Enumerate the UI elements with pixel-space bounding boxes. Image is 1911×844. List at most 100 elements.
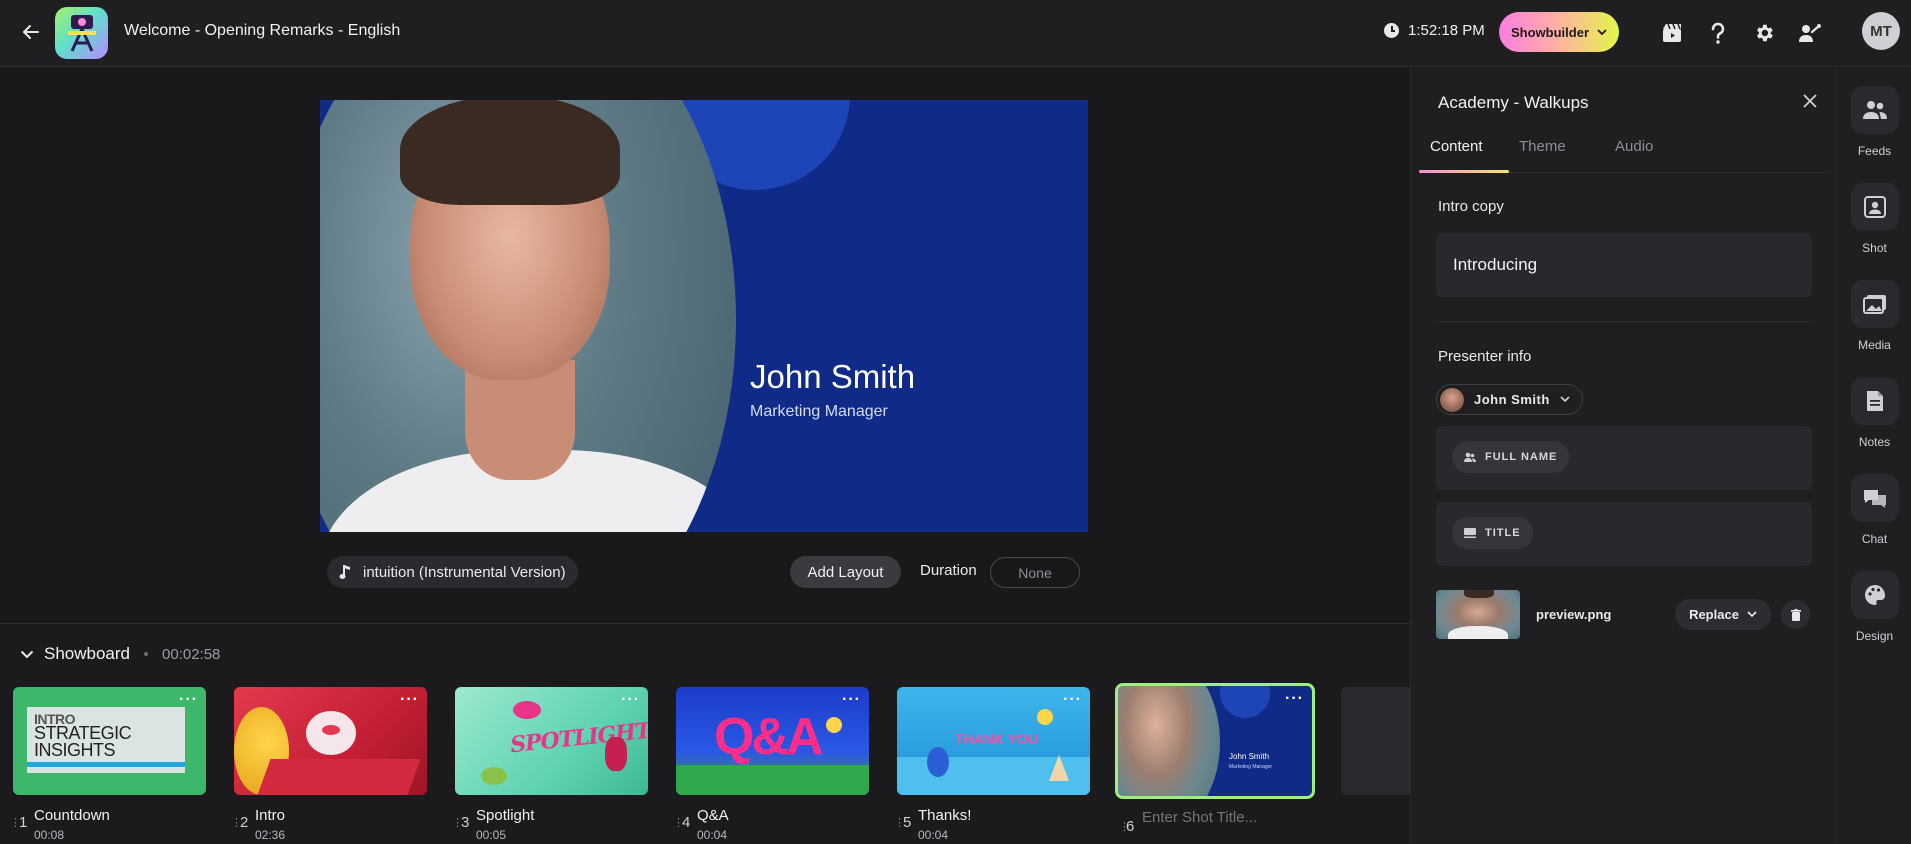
chat-bubbles-icon bbox=[1863, 490, 1886, 508]
stage: John Smith Marketing Manager intuition (… bbox=[0, 68, 1410, 623]
back-arrow-icon[interactable] bbox=[18, 19, 44, 45]
more-options-icon[interactable]: ··· bbox=[621, 691, 640, 709]
shot-preview: John Smith Marketing Manager bbox=[320, 100, 1088, 532]
shot-thumbnail[interactable]: THANK YOU ··· bbox=[897, 687, 1090, 795]
showbuilder-dropdown[interactable]: Showbuilder bbox=[1499, 12, 1619, 52]
intro-copy-field[interactable]: Introducing bbox=[1436, 233, 1812, 297]
rail-item-chat[interactable]: Chat bbox=[1837, 474, 1911, 546]
chevron-down-icon bbox=[1747, 611, 1757, 618]
thumb-text: John Smith bbox=[1229, 752, 1270, 761]
shot-thumbnail[interactable]: ··· bbox=[234, 687, 427, 795]
title-field[interactable]: TITLE bbox=[1436, 502, 1812, 566]
shot-number: 3 bbox=[461, 814, 470, 831]
rail-item-shot[interactable]: Shot bbox=[1837, 183, 1911, 255]
shot-name: Countdown bbox=[34, 807, 110, 824]
shot-thumbnail[interactable]: SPOTLIGHT ··· bbox=[455, 687, 648, 795]
presenter-photo bbox=[320, 100, 736, 532]
thumb-text: Q&A bbox=[714, 708, 824, 766]
title-chip-label: TITLE bbox=[1485, 527, 1521, 539]
music-track-pill[interactable]: intuition (Instrumental Version) bbox=[327, 556, 578, 588]
clapperboard-icon[interactable] bbox=[1657, 18, 1687, 48]
people-icon bbox=[1862, 101, 1887, 119]
shot-thumbnail[interactable]: John Smith Marketing Manager ··· bbox=[1115, 683, 1315, 799]
settings-gear-icon[interactable] bbox=[1749, 18, 1779, 48]
shot-title-input[interactable] bbox=[1142, 809, 1307, 826]
shot-number: 6 bbox=[1126, 818, 1135, 835]
shot-meta: ⋮ 6 bbox=[1115, 799, 1315, 843]
add-layout-button[interactable]: Add Layout bbox=[790, 556, 901, 588]
duration-field[interactable]: None bbox=[990, 557, 1080, 588]
shot-meta: ⋮ 2 Intro 02:36 bbox=[231, 795, 427, 842]
active-tab-indicator bbox=[1419, 170, 1509, 173]
trash-icon[interactable] bbox=[1781, 600, 1810, 629]
panel-tabs: Content Theme Audio bbox=[1419, 130, 1829, 173]
shot-card[interactable]: Q&A ··· ⋮ 4 Q&A 00:04 bbox=[673, 687, 869, 842]
rail-item-design[interactable]: Design bbox=[1837, 571, 1911, 643]
rail-item-feeds[interactable]: Feeds bbox=[1837, 86, 1911, 158]
shot-meta: ⋮ 1 Countdown 00:08 bbox=[10, 795, 206, 842]
shot-card[interactable]: SPOTLIGHT ··· ⋮ 3 Spotlight 00:05 bbox=[452, 687, 648, 842]
shot-duration: 00:05 bbox=[476, 828, 507, 842]
shot-card-active[interactable]: John Smith Marketing Manager ··· ⋮ 6 bbox=[1115, 683, 1315, 843]
thumb-shirt bbox=[1448, 626, 1508, 639]
more-options-icon[interactable]: ··· bbox=[842, 691, 861, 709]
presenter-select[interactable]: John Smith bbox=[1436, 384, 1583, 415]
title-card-icon bbox=[1464, 528, 1476, 538]
shot-name: Spotlight bbox=[476, 807, 535, 824]
shot-card[interactable]: THANK YOU ··· ⋮ 5 Thanks! 00:04 bbox=[894, 687, 1090, 842]
thumb-shape bbox=[1220, 686, 1270, 718]
thumb-hair bbox=[1464, 590, 1494, 598]
more-options-icon[interactable]: ··· bbox=[1285, 690, 1304, 708]
document-title: Welcome - Opening Remarks - English bbox=[124, 22, 401, 39]
thumb-bar bbox=[27, 762, 185, 767]
shot-name: Thanks! bbox=[918, 807, 972, 824]
rail-button[interactable] bbox=[1850, 474, 1899, 522]
shot-thumbnail[interactable]: Q&A ··· bbox=[676, 687, 869, 795]
showboard-total-time: 00:02:58 bbox=[162, 645, 221, 663]
chevron-down-icon bbox=[1597, 28, 1607, 35]
tab-theme[interactable]: Theme bbox=[1519, 138, 1566, 155]
shot-duration: 02:36 bbox=[255, 828, 286, 842]
user-avatar[interactable]: MT bbox=[1862, 12, 1900, 50]
preview-presenter-name: John Smith bbox=[750, 358, 916, 395]
full-name-chip[interactable]: FULL NAME bbox=[1452, 441, 1570, 473]
rail-button[interactable] bbox=[1850, 280, 1899, 328]
shot-name: Q&A bbox=[697, 807, 729, 824]
shot-meta: ⋮ 3 Spotlight 00:05 bbox=[452, 795, 648, 842]
tab-content[interactable]: Content bbox=[1430, 138, 1483, 155]
thumb-text: Marketing Manager bbox=[1229, 764, 1273, 770]
shot-thumbnail[interactable]: INTRO STRATEGIC INSIGHTS ··· bbox=[13, 687, 206, 795]
app-logo[interactable] bbox=[55, 7, 108, 59]
showbuilder-label: Showbuilder bbox=[1511, 24, 1589, 40]
top-bar: Welcome - Opening Remarks - English 1:52… bbox=[0, 0, 1911, 67]
showboard-header[interactable]: Showboard 00:02:58 bbox=[20, 644, 220, 664]
rail-button[interactable] bbox=[1850, 571, 1899, 619]
rail-button[interactable] bbox=[1850, 183, 1899, 231]
presenter-icon[interactable] bbox=[1795, 18, 1825, 48]
rail-item-notes[interactable]: Notes bbox=[1837, 377, 1911, 449]
tab-audio[interactable]: Audio bbox=[1615, 138, 1653, 155]
shot-card[interactable]: INTRO STRATEGIC INSIGHTS ··· ⋮ 1 Countdo… bbox=[10, 687, 206, 842]
properties-panel: Academy - Walkups Content Theme Audio In… bbox=[1410, 68, 1836, 844]
duration-label: Duration bbox=[920, 562, 977, 579]
title-chip[interactable]: TITLE bbox=[1452, 517, 1533, 549]
shot-card[interactable]: ··· ⋮ 2 Intro 02:36 bbox=[231, 687, 427, 842]
shot-name: Intro bbox=[255, 807, 286, 824]
rail-item-media[interactable]: Media bbox=[1837, 280, 1911, 352]
more-options-icon[interactable]: ··· bbox=[1063, 691, 1082, 709]
close-icon[interactable] bbox=[1799, 90, 1821, 112]
more-options-icon[interactable]: ··· bbox=[400, 691, 419, 709]
rail-button[interactable] bbox=[1850, 86, 1899, 134]
thumb-photo bbox=[1118, 686, 1220, 796]
photo-hair bbox=[400, 100, 620, 205]
rail-button[interactable] bbox=[1850, 377, 1899, 425]
thumb-shape bbox=[322, 725, 340, 735]
full-name-field[interactable]: FULL NAME bbox=[1436, 426, 1812, 490]
more-options-icon[interactable]: ··· bbox=[179, 691, 198, 709]
replace-button[interactable]: Replace bbox=[1675, 599, 1771, 630]
clock-time: 1:52:18 PM bbox=[1408, 22, 1485, 39]
help-icon[interactable] bbox=[1703, 18, 1733, 48]
thumb-shape bbox=[257, 759, 421, 795]
thumb-shape bbox=[1037, 709, 1053, 725]
thumb-shape bbox=[513, 701, 541, 719]
